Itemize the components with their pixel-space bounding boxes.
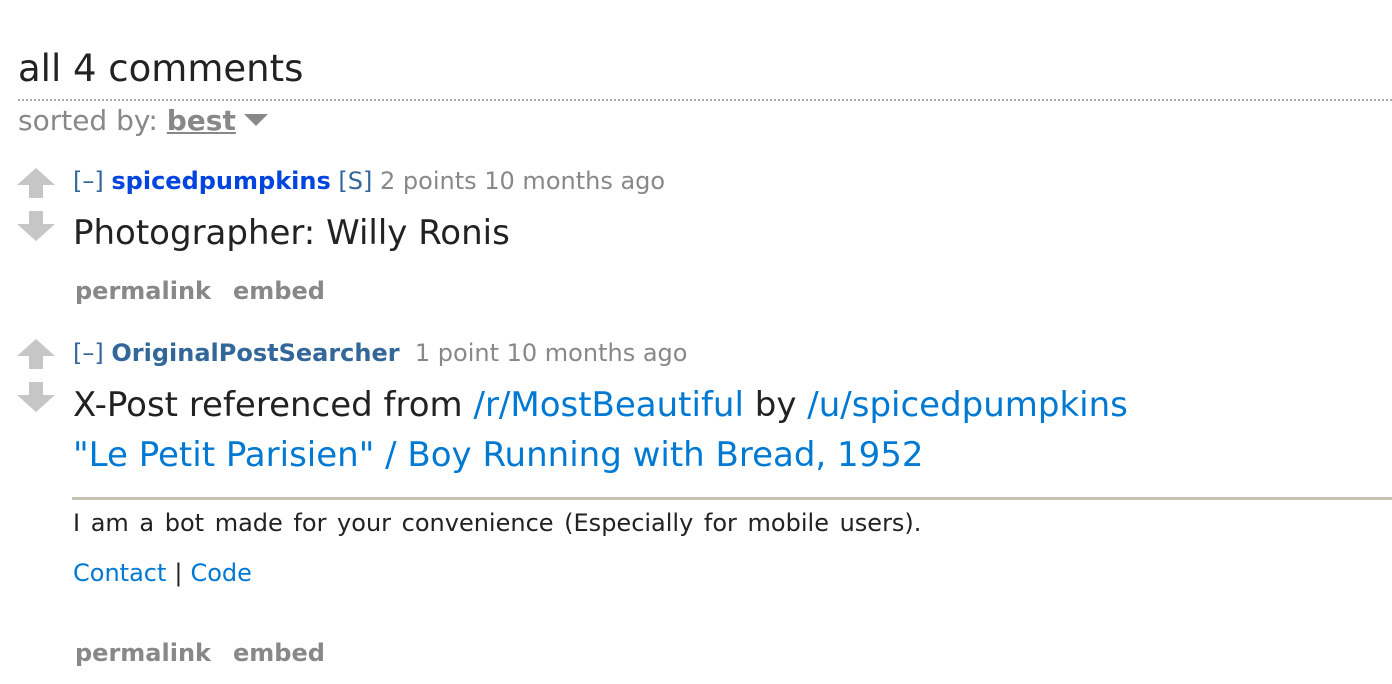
permalink-button[interactable]: permalink — [75, 277, 211, 305]
comment-time: 10 months ago — [484, 167, 666, 195]
permalink-button[interactable]: permalink — [75, 639, 211, 667]
comment-buttons: permalink embed — [75, 637, 347, 669]
sort-label: sorted by: — [18, 104, 167, 137]
user-link[interactable]: /u/spicedpumpkins — [807, 385, 1128, 425]
downvote-arrow-icon[interactable] — [16, 377, 56, 417]
link-separator: | — [174, 559, 183, 587]
comment-tagline: [–] spicedpumpkins [S] 2 points 10 month… — [73, 165, 665, 197]
comment-score: 2 points — [380, 167, 477, 195]
original-post-link[interactable]: "Le Petit Parisien" / Boy Running with B… — [73, 435, 924, 475]
comment-author[interactable]: OriginalPostSearcher — [111, 339, 399, 367]
xpost-by: by — [743, 385, 808, 425]
downvote-arrow-icon[interactable] — [16, 206, 56, 246]
upvote-arrow-icon[interactable] — [16, 163, 56, 203]
subreddit-link[interactable]: /r/MostBeautiful — [473, 385, 743, 425]
comments-count-title: all 4 comments — [18, 47, 304, 90]
sort-value[interactable]: best — [167, 104, 236, 137]
upvote-arrow-icon[interactable] — [16, 334, 56, 374]
submitter-tag[interactable]: [S] — [338, 167, 372, 195]
bot-note: I am a bot made for your convenience (Es… — [73, 509, 922, 537]
collapse-toggle[interactable]: [–] — [73, 167, 104, 195]
sort-dropdown-caret-icon[interactable] — [243, 114, 268, 126]
embed-button[interactable]: embed — [233, 639, 325, 667]
xpost-prefix: X-Post referenced from — [73, 385, 474, 425]
sort-selector: sorted by: best — [18, 101, 268, 141]
comment-author[interactable]: spicedpumpkins — [111, 167, 330, 195]
comment-body: Photographer: Willy Ronis — [73, 213, 510, 253]
collapse-toggle[interactable]: [–] — [73, 339, 104, 367]
comments-page: all 4 comments sorted by: best [–] spice… — [0, 0, 1392, 684]
comment-buttons: permalink embed — [75, 275, 347, 307]
post-link-line: "Le Petit Parisien" / Boy Running with B… — [73, 431, 924, 479]
comment-score: 1 point — [414, 339, 499, 367]
horizontal-rule — [72, 497, 1392, 500]
comment-tagline: [–] OriginalPostSearcher 1 point 10 mont… — [73, 337, 687, 369]
xpost-line: X-Post referenced from /r/MostBeautiful … — [73, 381, 1128, 429]
embed-button[interactable]: embed — [233, 277, 325, 305]
code-link[interactable]: Code — [190, 559, 251, 587]
bot-footer-links: Contact | Code — [73, 556, 252, 590]
comment-time: 10 months ago — [506, 339, 688, 367]
contact-link[interactable]: Contact — [73, 559, 166, 587]
